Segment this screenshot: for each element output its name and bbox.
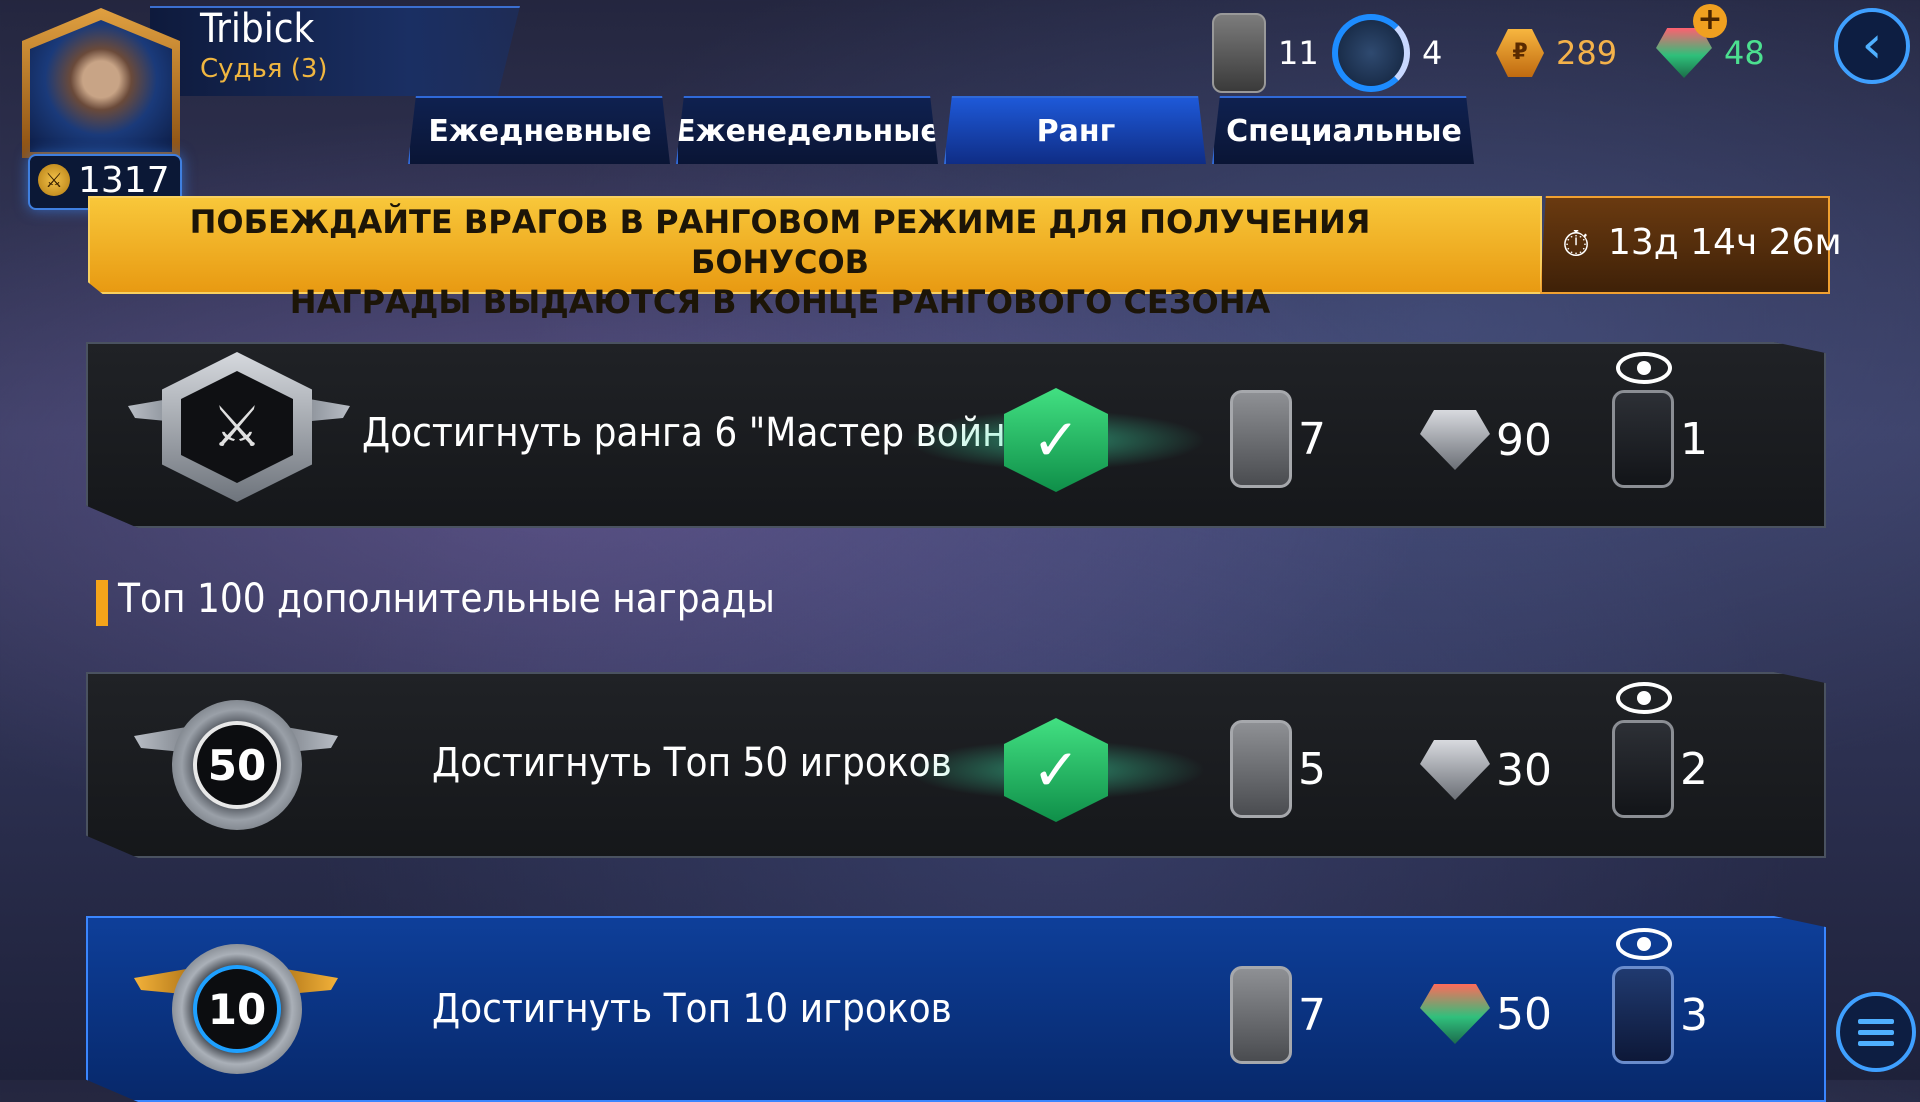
star-crusade-pack-icon (1612, 720, 1674, 818)
banner-text: ПОБЕЖДАЙТЕ ВРАГОВ В РАНГОВОМ РЕЖИМЕ ДЛЯ … (180, 202, 1380, 322)
reward-cards-value: 7 (1298, 989, 1326, 1041)
season-timer: 13д 14ч 26м (1608, 222, 1842, 263)
card-pack-icon (1230, 966, 1292, 1064)
tab-daily-label: Ежедневные (428, 113, 652, 149)
resource-coins-value: 289 (1556, 34, 1618, 72)
chevron-left-icon: ‹ (1861, 15, 1883, 75)
menu-icon-bar (1858, 1018, 1894, 1024)
add-gems-button[interactable]: + (1693, 4, 1727, 38)
resource-cards: 11 (1212, 13, 1319, 93)
checkmark-icon: ✓ (1031, 406, 1081, 474)
reward-crystals-value: 30 (1496, 744, 1552, 796)
star-crusade-pack-icon (1612, 390, 1674, 488)
eye-pupil (1637, 361, 1651, 375)
reward-crystals-value: 90 (1496, 414, 1552, 466)
menu-icon-bar (1858, 1040, 1894, 1046)
tab-weekly[interactable]: Еженедельные (676, 96, 938, 164)
coin-icon: ₽ (1496, 29, 1544, 77)
task-row-top10 (86, 916, 1826, 1102)
resource-cards-value: 11 (1278, 34, 1319, 72)
tab-daily[interactable]: Ежедневные (408, 96, 670, 164)
quest-tabs: Ежедневные Еженедельные Ранг Специальные (408, 96, 1480, 164)
eye-icon[interactable] (1616, 682, 1672, 714)
cycle-chest-icon (1332, 14, 1410, 92)
top50-medal: 50 (172, 700, 302, 830)
reward-cards: 7 (1230, 390, 1326, 488)
player-title: Судья (3) (200, 54, 328, 84)
reward-crystals: 50 (1420, 984, 1552, 1044)
task-text: Достигнуть Топ 10 игроков (432, 986, 952, 1032)
reward-crystals-value: 50 (1496, 988, 1552, 1040)
reward-crystals: 90 (1420, 410, 1552, 470)
reward-packs[interactable]: 2 (1612, 720, 1708, 818)
crystal-icon (1420, 984, 1490, 1044)
eye-pupil (1637, 937, 1651, 951)
player-name: Tribick (200, 6, 315, 52)
reward-cards: 7 (1230, 966, 1326, 1064)
stopwatch-icon: ⏱ (1562, 224, 1591, 265)
reward-packs-value: 2 (1680, 743, 1708, 795)
tab-special[interactable]: Специальные (1212, 96, 1474, 164)
power-value: 1317 (78, 160, 170, 201)
resource-gems-value: 48 (1724, 34, 1765, 72)
eye-icon[interactable] (1616, 352, 1672, 384)
tab-rank-label: Ранг (1036, 113, 1116, 149)
star-crusade-pack-icon (1612, 966, 1674, 1064)
back-button[interactable]: ‹ (1834, 8, 1910, 84)
power-icon: ⚔ (38, 164, 70, 196)
reward-crystals: 30 (1420, 740, 1552, 800)
tab-weekly-label: Еженедельные (675, 113, 941, 149)
resource-cycle-value: 4 (1422, 34, 1443, 72)
card-pack-icon (1212, 13, 1266, 93)
task-text: Достигнуть Топ 50 игроков (432, 740, 952, 786)
sword-icon: ⚔ (181, 371, 293, 483)
top10-medal: 10 (172, 944, 302, 1074)
reward-packs[interactable]: 1 (1612, 390, 1708, 488)
reward-packs[interactable]: 3 (1612, 966, 1708, 1064)
menu-icon-bar (1858, 1029, 1894, 1035)
reward-packs-value: 1 (1680, 413, 1708, 465)
crystal-icon (1420, 410, 1490, 470)
crystal-icon (1420, 740, 1490, 800)
reward-cards: 5 (1230, 720, 1326, 818)
card-pack-icon (1230, 720, 1292, 818)
section-title: Топ 100 дополнительные награды (118, 576, 775, 622)
top10-medal-number: 10 (193, 965, 281, 1053)
banner-line-2: НАГРАДЫ ВЫДАЮТСЯ В КОНЦЕ РАНГОВОГО СЕЗОН… (289, 283, 1271, 321)
tab-rank[interactable]: Ранг (944, 96, 1206, 164)
reward-cards-value: 7 (1298, 413, 1326, 465)
resource-cycle[interactable]: 4 (1332, 14, 1443, 92)
eye-icon[interactable] (1616, 928, 1672, 960)
reward-cards-value: 5 (1298, 743, 1326, 795)
tab-special-label: Специальные (1226, 113, 1462, 149)
top50-medal-number: 50 (193, 721, 281, 809)
menu-button[interactable] (1836, 992, 1916, 1072)
eye-pupil (1637, 691, 1651, 705)
checkmark-icon: ✓ (1031, 736, 1081, 804)
section-marker (96, 580, 108, 626)
reward-packs-value: 3 (1680, 989, 1708, 1041)
banner-line-1: ПОБЕЖДАЙТЕ ВРАГОВ В РАНГОВОМ РЕЖИМЕ ДЛЯ … (189, 203, 1371, 281)
resource-coins: ₽ 289 (1496, 18, 1617, 88)
card-pack-icon (1230, 390, 1292, 488)
